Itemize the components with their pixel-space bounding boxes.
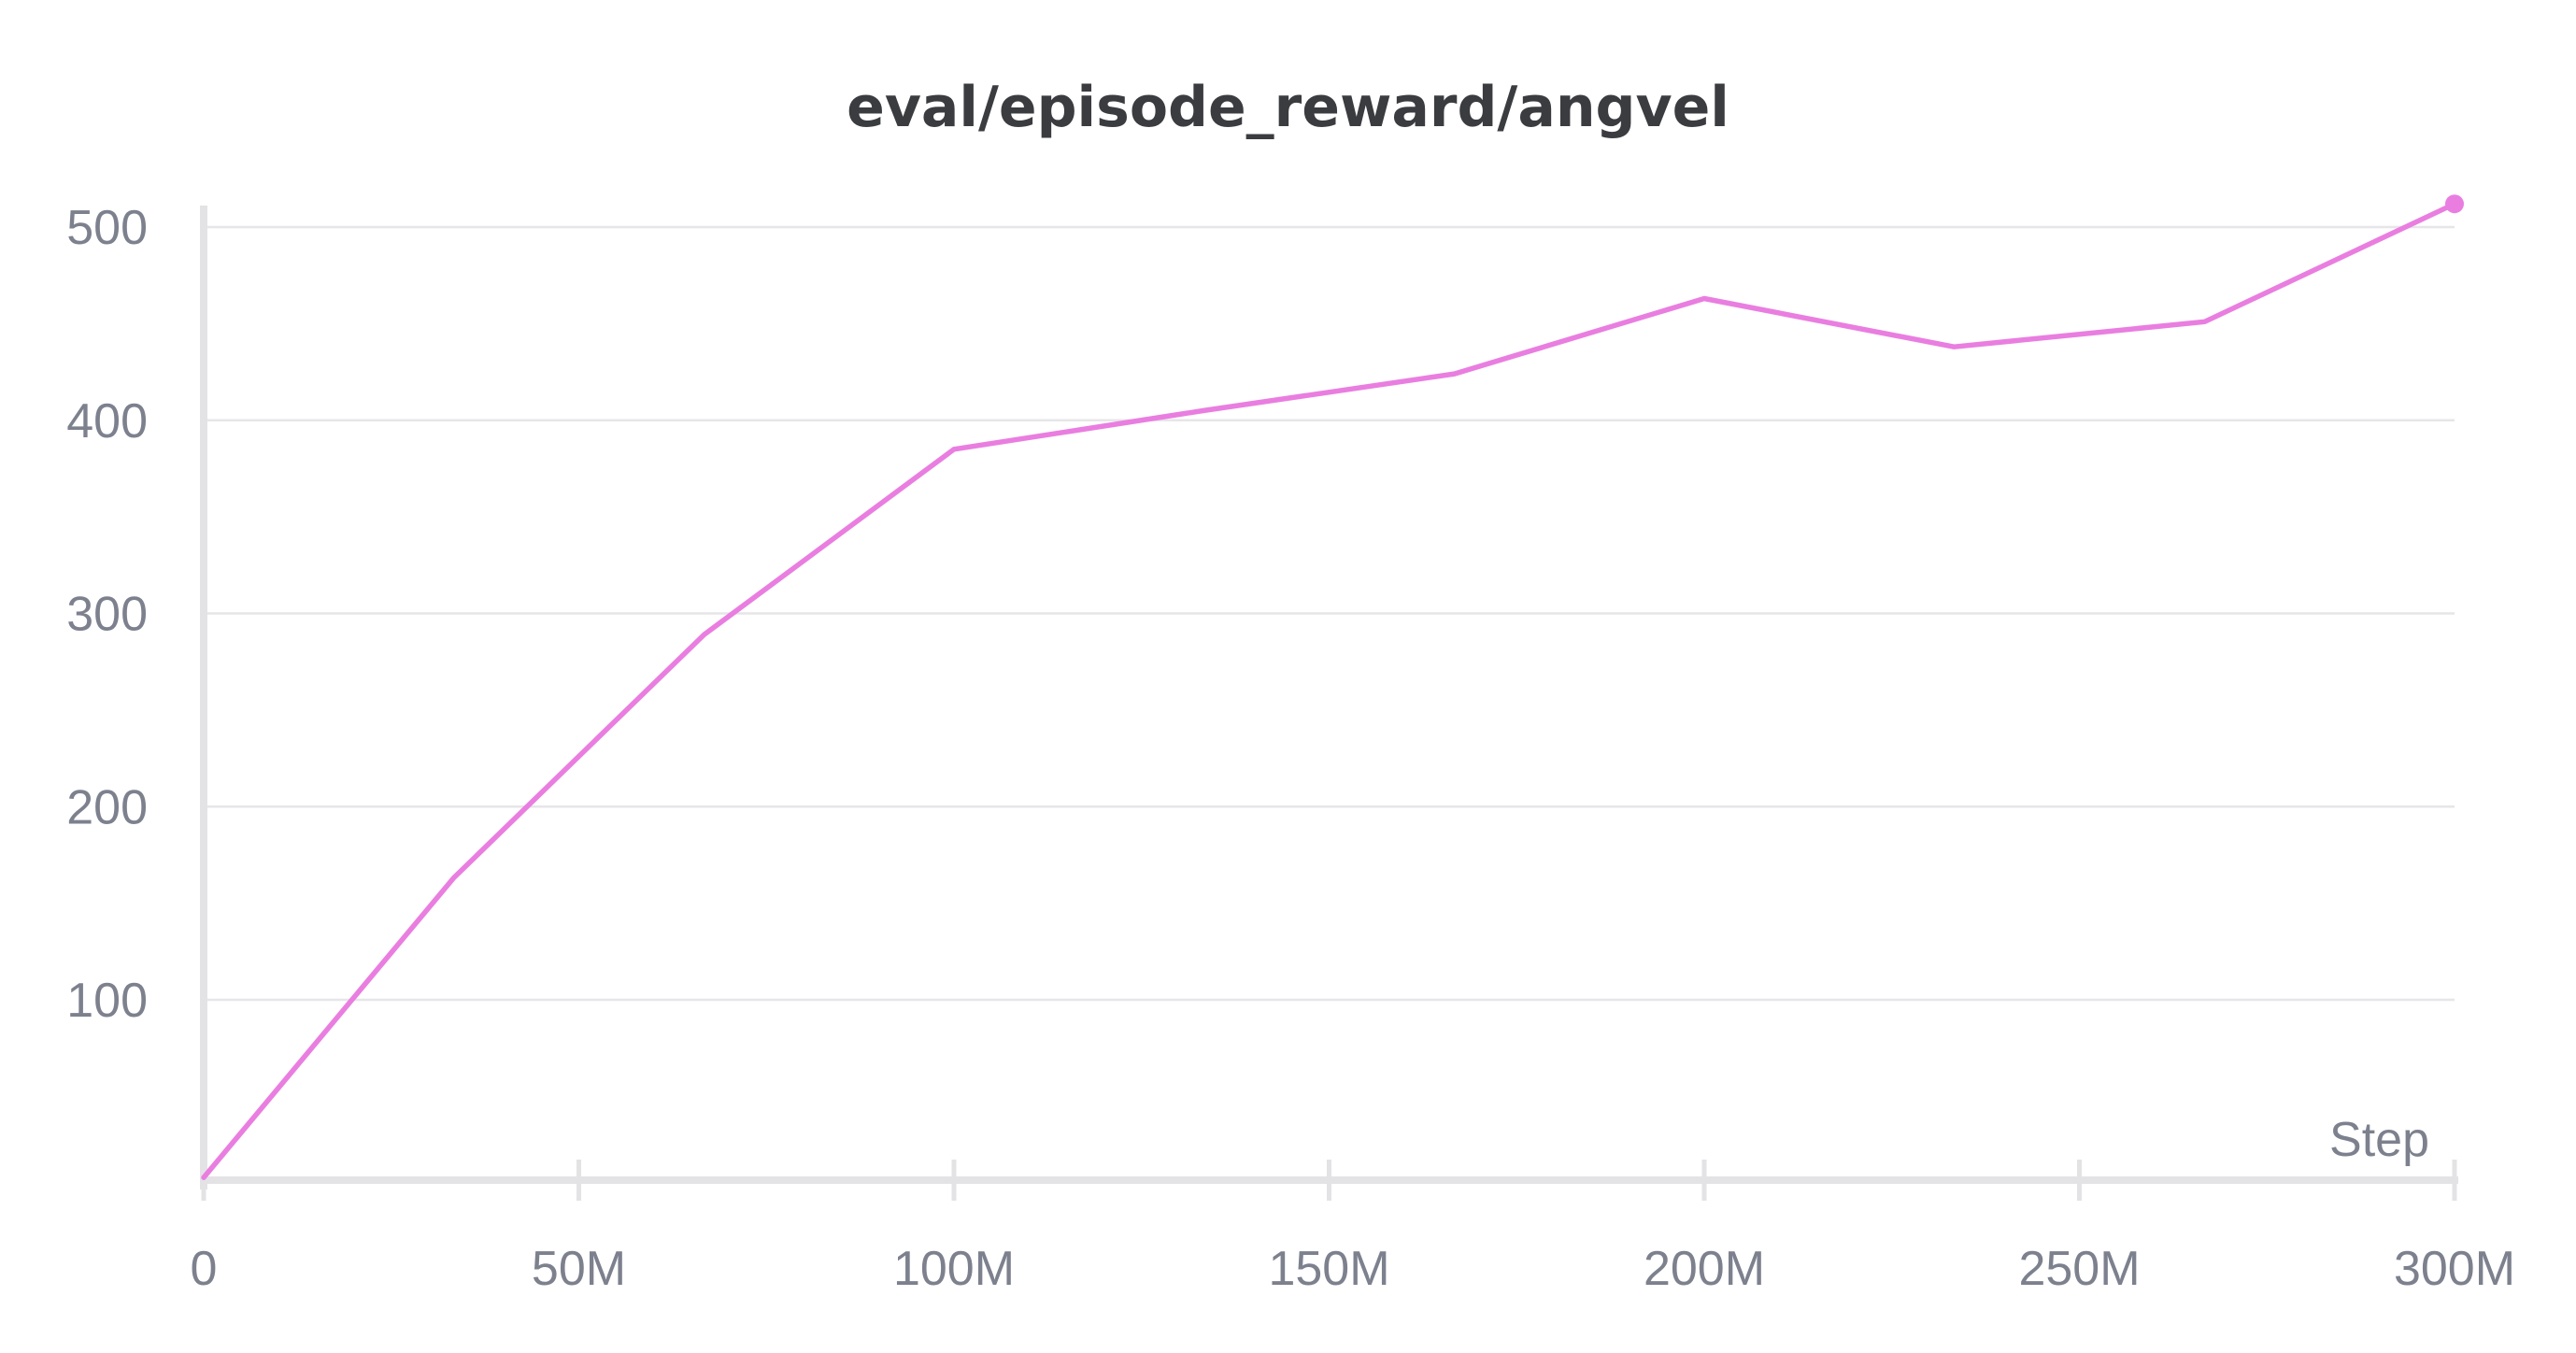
x-axis-label: Step [2329, 1113, 2429, 1167]
x-tick-label: 0 [191, 1242, 218, 1296]
x-tick-label: 300M [2394, 1242, 2515, 1296]
line-chart: 0 50M 100M 150M 200M 250M 300M 100 200 300 400 500 S… [66, 194, 2515, 1296]
x-tick-label: 200M [1644, 1242, 1765, 1296]
series-line [201, 201, 2457, 1180]
x-tick-label: 250M [2018, 1242, 2140, 1296]
data-point [2445, 194, 2464, 214]
y-tick-label: 100 [66, 974, 148, 1028]
x-tick-label: 150M [1268, 1242, 1389, 1296]
y-tick-label: 300 [66, 588, 148, 642]
y-tick-label: 500 [66, 201, 148, 255]
y-tick-label: 400 [66, 394, 148, 449]
x-tick-label: 100M [893, 1242, 1015, 1296]
y-tick-label: 200 [66, 780, 148, 834]
chart-container: eval/episode_reward/angvel 0 50M 100M 150M 2… [0, 0, 2576, 1353]
x-tick-label: 50M [532, 1242, 626, 1296]
